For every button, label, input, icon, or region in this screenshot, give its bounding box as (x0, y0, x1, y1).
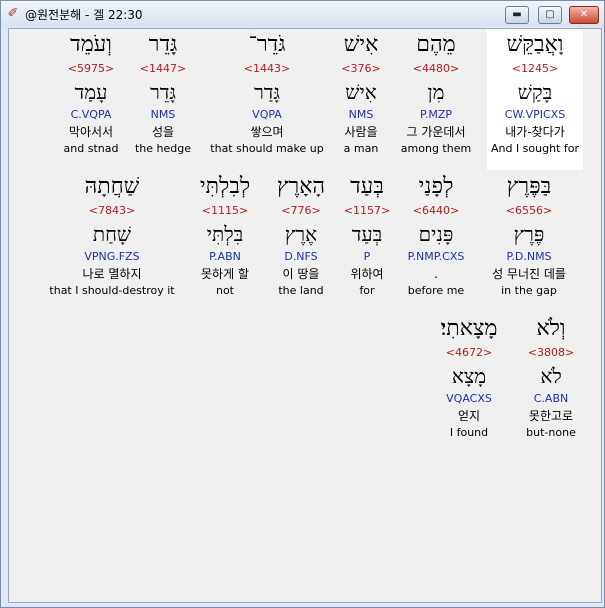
word-column[interactable]: שַׁחֲתָהּ <7843> שָׁחַת VPNG.FZS 나로 멸하지 … (41, 171, 183, 299)
parsing-code: VQPA (252, 108, 282, 121)
hebrew-word: וְלֹא (536, 316, 566, 341)
minimize-button[interactable]: ▬ (505, 6, 529, 24)
english-gloss: not (215, 284, 234, 297)
word-column[interactable]: מָצָאתִי׃ <4672> מָצָא VQACXS 얻지 I found (421, 313, 517, 441)
parsing-code: VPNG.FZS (84, 250, 140, 263)
hebrew-lemma: בָּקַשׁ (517, 80, 553, 104)
strong-number[interactable]: <1245> (487, 61, 583, 77)
parsing-code: CW.VPICXS (504, 108, 566, 121)
strong-number[interactable]: <1115> (183, 203, 267, 219)
strong-number[interactable]: <1447> (123, 61, 203, 77)
english-gloss: And I sought for (490, 142, 580, 155)
word-column[interactable]: וָאֲבַקֵּשׁ <1245> בָּקַשׁ CW.VPICXS 내가-… (487, 29, 583, 170)
window-title: @원전분해 - 겔 22:30 (25, 8, 143, 22)
korean-gloss: 성 무너진 데를 (492, 267, 566, 281)
hebrew-lemma: גָּדַר (253, 80, 281, 104)
word-column[interactable]: גָּדֵר <1447> גָּדֵר NMS 성을 the hedge (123, 29, 203, 157)
strong-number[interactable]: <6556> (477, 203, 581, 219)
close-button[interactable]: ✕ (569, 6, 599, 24)
word-column[interactable]: וְעֹמֵד <5975> עָמַד C.VQPA 막아서서 and stn… (47, 29, 135, 157)
word-column[interactable]: לְבִלְתִּי <1115> בִּלְתִּי P.ABN 못하게 할 … (183, 171, 267, 299)
word-column[interactable]: הָאָרֶץ <776> אֶרֶץ D.NFS 이 땅을 the land (261, 171, 341, 299)
word-column[interactable]: גֹּדֵר־ <1443> גָּדַר VQPA 쌓으며 that shou… (205, 29, 329, 157)
parsing-code: C.VQPA (70, 108, 112, 121)
parsing-code: VQACXS (446, 392, 492, 405)
hebrew-word: בַּפֶּרֶץ (506, 174, 552, 199)
hebrew-lemma: לֹא (540, 364, 562, 388)
parsing-code: C.ABN (533, 392, 569, 405)
english-gloss: that should make up (210, 142, 324, 155)
hebrew-word: מָצָאתִי׃ (440, 316, 498, 341)
hebrew-word: הָאָרֶץ (276, 174, 326, 199)
strong-number[interactable]: <7843> (41, 203, 183, 219)
korean-gloss: 성을 (151, 125, 175, 139)
hebrew-word: גָּדֵר (148, 32, 178, 57)
strong-number[interactable]: <1443> (205, 61, 329, 77)
english-gloss: and stnad (63, 142, 119, 155)
strong-number[interactable]: <776> (261, 203, 341, 219)
hebrew-word: וְעֹמֵד (70, 32, 112, 57)
parsing-code: NMS (150, 108, 176, 121)
strong-number[interactable]: <5975> (47, 61, 135, 77)
english-gloss: in the gap (501, 284, 557, 297)
hebrew-lemma: פֶּרֶץ (513, 222, 545, 246)
korean-gloss: 내가-찾다가 (505, 125, 565, 139)
hebrew-word: שַׁחֲתָהּ (84, 174, 140, 199)
hebrew-word: לְבִלְתִּי (199, 174, 251, 199)
strong-number[interactable]: <4672> (421, 345, 517, 361)
english-gloss: the hedge (134, 142, 192, 155)
korean-gloss: 쌓으며 (250, 125, 284, 139)
hebrew-lemma: שָׁחַת (92, 222, 132, 246)
parsing-code: P.D.NMS (506, 250, 552, 263)
korean-gloss: 못한고로 (528, 409, 574, 423)
hebrew-lemma: אֶרֶץ (284, 222, 318, 246)
parsing-code: P.ABN (209, 250, 241, 263)
word-column[interactable]: בַּפֶּרֶץ <6556> פֶּרֶץ P.D.NMS 성 무너진 데를… (477, 171, 581, 299)
hebrew-lemma: עָמַד (74, 80, 108, 104)
strong-number[interactable]: <3808> (509, 345, 593, 361)
korean-gloss: 얻지 (457, 409, 481, 423)
english-gloss: the land (278, 284, 324, 297)
parsing-code: D.NFS (284, 250, 318, 263)
interlinear-panel: וָאֲבַקֵּשׁ <1245> בָּקַשׁ CW.VPICXS 내가-… (8, 28, 602, 603)
english-gloss: that I should-destroy it (49, 284, 175, 297)
hebrew-lemma: מָצָא (451, 364, 487, 388)
hebrew-lemma: גָּדֵר (149, 80, 177, 104)
korean-gloss: 이 땅을 (282, 267, 320, 281)
word-column[interactable]: וְלֹא <3808> לֹא C.ABN 못한고로 but-none (509, 313, 593, 441)
korean-gloss: 못하게 할 (201, 267, 249, 281)
app-icon[interactable]: ✐ (5, 6, 21, 22)
korean-gloss: 막아서서 (68, 125, 114, 139)
hebrew-lemma: בִּלְתִּי (206, 222, 244, 246)
english-gloss: but-none (526, 426, 576, 439)
hebrew-word: וָאֲבַקֵּשׁ (506, 32, 564, 57)
title-bar[interactable]: ✐ @원전분해 - 겔 22:30 ▬ ▢ ✕ (1, 1, 604, 27)
english-gloss: I found (449, 426, 489, 439)
app-window: ✐ @원전분해 - 겔 22:30 ▬ ▢ ✕ וָאֲבַקֵּשׁ <124… (0, 0, 605, 608)
maximize-button[interactable]: ▢ (538, 6, 562, 24)
hebrew-word: גֹּדֵר־ (248, 32, 286, 57)
korean-gloss: 나로 멸하지 (82, 267, 142, 281)
